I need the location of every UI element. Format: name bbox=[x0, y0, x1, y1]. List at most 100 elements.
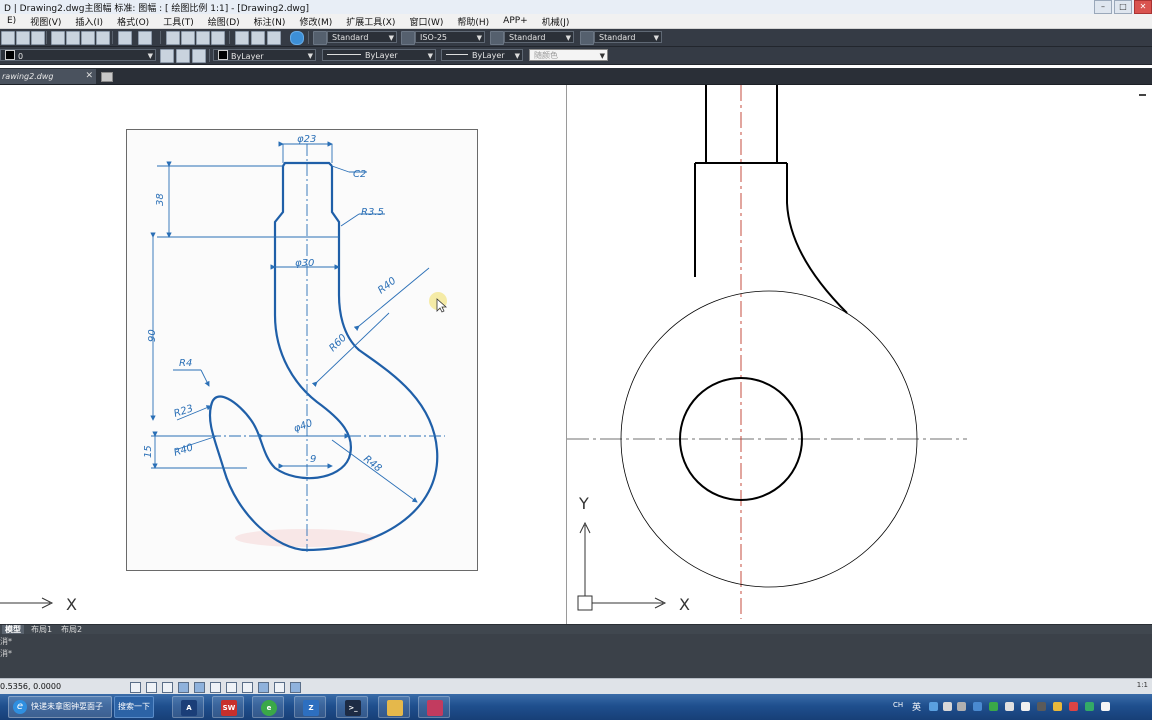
reference-image[interactable]: φ23 C2 38 R3.5 φ30 R40 R60 90 R4 R23 φ40… bbox=[126, 129, 478, 571]
design-center-icon[interactable] bbox=[251, 31, 265, 45]
lineweight-toggle-icon[interactable] bbox=[274, 682, 285, 693]
quick-properties-icon[interactable] bbox=[290, 682, 301, 693]
dim-r60: R60 bbox=[327, 332, 349, 354]
redo-icon[interactable] bbox=[138, 31, 152, 45]
taskbar-ie-window[interactable]: e 快递未拿图钟耍面子 bbox=[8, 696, 112, 718]
menu-tools[interactable]: 工具(T) bbox=[156, 15, 201, 28]
taskbar-app-solidworks[interactable]: SW bbox=[212, 696, 244, 718]
close-icon[interactable]: ✕ bbox=[85, 69, 93, 84]
keyboard-tray-icon[interactable] bbox=[943, 702, 952, 711]
drawing-canvas[interactable]: φ23 C2 38 R3.5 φ30 R40 R60 90 R4 R23 φ40… bbox=[0, 85, 1152, 624]
zoom-previous-icon[interactable] bbox=[211, 31, 225, 45]
text-style-icon bbox=[313, 31, 327, 45]
dim-phi23: φ23 bbox=[297, 134, 316, 145]
annotation-scale[interactable]: 1:1 bbox=[1137, 681, 1148, 689]
multileader-style-select[interactable]: Standard ▼ bbox=[594, 31, 662, 43]
dyn-icon[interactable] bbox=[258, 682, 269, 693]
viewport-minimize-icon[interactable] bbox=[1139, 94, 1146, 96]
menu-help[interactable]: 帮助(H) bbox=[450, 15, 496, 28]
ducs-icon[interactable] bbox=[242, 682, 253, 693]
snap-icon[interactable] bbox=[130, 682, 141, 693]
new-icon[interactable] bbox=[1, 31, 15, 45]
toolbar-separator bbox=[229, 31, 230, 44]
properties-icon[interactable] bbox=[235, 31, 249, 45]
menu-extensions[interactable]: 扩展工具(X) bbox=[339, 15, 402, 28]
file-tab-drawing2[interactable]: rawing2.dwg ✕ bbox=[0, 69, 96, 84]
taskbar-search-button[interactable]: 搜索一下 bbox=[114, 696, 154, 718]
app-tray-icon[interactable] bbox=[1069, 702, 1078, 711]
maximize-button[interactable]: □ bbox=[1114, 0, 1132, 14]
shield-tray-icon[interactable] bbox=[989, 702, 998, 711]
help-icon[interactable] bbox=[290, 31, 304, 45]
layer-previous-icon[interactable] bbox=[176, 49, 190, 63]
menu-edit[interactable]: E) bbox=[0, 16, 23, 26]
grid-icon[interactable] bbox=[146, 682, 157, 693]
multileader-style-icon bbox=[580, 31, 594, 45]
dim-style-select[interactable]: ISO-25 ▼ bbox=[415, 31, 485, 43]
taskbar-app-terminal[interactable]: >_ bbox=[336, 696, 368, 718]
command-window[interactable]: 消* 消* bbox=[0, 634, 1152, 678]
make-object-layer-current-icon[interactable] bbox=[192, 49, 206, 63]
pan-icon[interactable] bbox=[166, 31, 180, 45]
plotstyle-select[interactable]: 随颜色 ▼ bbox=[529, 49, 608, 61]
zoom-window-icon[interactable] bbox=[196, 31, 210, 45]
menu-dimension[interactable]: 标注(N) bbox=[247, 15, 293, 28]
input-language-code[interactable]: CH bbox=[893, 701, 903, 709]
save-icon[interactable] bbox=[31, 31, 45, 45]
new-tab-icon[interactable] bbox=[101, 72, 113, 82]
chevron-down-icon: ▼ bbox=[388, 34, 394, 42]
menu-insert[interactable]: 插入(I) bbox=[68, 15, 110, 28]
coordinate-readout[interactable]: 0.5356, 0.0000 bbox=[0, 682, 61, 691]
menu-view[interactable]: 视图(V) bbox=[23, 15, 68, 28]
menu-window[interactable]: 窗口(W) bbox=[402, 15, 450, 28]
network-icon[interactable] bbox=[1037, 702, 1046, 711]
osnap-icon[interactable] bbox=[194, 682, 205, 693]
taskbar-app-browser[interactable]: e bbox=[252, 696, 284, 718]
table-style-select[interactable]: Standard ▼ bbox=[504, 31, 574, 43]
menu-draw[interactable]: 绘图(D) bbox=[201, 15, 247, 28]
linetype-select[interactable]: ByLayer ▼ bbox=[322, 49, 436, 61]
color-select[interactable]: ByLayer ▼ bbox=[213, 49, 316, 61]
cut-icon[interactable] bbox=[51, 31, 65, 45]
tool-palettes-icon[interactable] bbox=[267, 31, 281, 45]
dim-38: 38 bbox=[155, 193, 166, 206]
ortho-icon[interactable] bbox=[162, 682, 173, 693]
taskbar-app-media[interactable] bbox=[418, 696, 450, 718]
windows-taskbar: e 快递未拿图钟耍面子 搜索一下 A SW e Z >_ CH 英 bbox=[0, 694, 1152, 720]
otrack-icon[interactable] bbox=[226, 682, 237, 693]
paste-icon[interactable] bbox=[81, 31, 95, 45]
menu-app-plus[interactable]: APP+ bbox=[496, 16, 535, 26]
copy-icon[interactable] bbox=[66, 31, 80, 45]
app-tray-icon[interactable] bbox=[1101, 702, 1110, 711]
text-style-select[interactable]: Standard ▼ bbox=[327, 31, 397, 43]
menu-modify[interactable]: 修改(M) bbox=[292, 15, 339, 28]
lineweight-select[interactable]: ByLayer ▼ bbox=[441, 49, 523, 61]
chevron-down-icon: ▼ bbox=[514, 52, 520, 60]
notification-tray-icon[interactable] bbox=[1053, 702, 1062, 711]
layer-manager-icon[interactable] bbox=[160, 49, 174, 63]
layer-select[interactable]: 0 ▼ bbox=[0, 49, 156, 61]
settings-tray-icon[interactable] bbox=[957, 702, 966, 711]
taskbar-app-explorer[interactable] bbox=[378, 696, 410, 718]
3d-osnap-icon[interactable] bbox=[210, 682, 221, 693]
security-tray-icon[interactable] bbox=[973, 702, 982, 711]
polar-icon[interactable] bbox=[178, 682, 189, 693]
volume-icon[interactable] bbox=[1021, 702, 1030, 711]
taskbar-app-autocad[interactable]: A bbox=[172, 696, 204, 718]
minimize-button[interactable]: – bbox=[1094, 0, 1112, 14]
help-tray-icon[interactable] bbox=[929, 702, 938, 711]
match-properties-icon[interactable] bbox=[96, 31, 110, 45]
menu-format[interactable]: 格式(O) bbox=[110, 15, 156, 28]
display-tray-icon[interactable] bbox=[1005, 702, 1014, 711]
linetype-preview bbox=[327, 54, 361, 55]
open-icon[interactable] bbox=[16, 31, 30, 45]
menu-bar: E) 视图(V) 插入(I) 格式(O) 工具(T) 绘图(D) 标注(N) 修… bbox=[0, 14, 1152, 29]
close-button[interactable]: ✕ bbox=[1134, 0, 1152, 14]
taskbar-app-cad-tool[interactable]: Z bbox=[294, 696, 326, 718]
cursor-highlight bbox=[429, 292, 448, 313]
input-method-indicator[interactable]: 英 bbox=[912, 700, 921, 713]
zoom-realtime-icon[interactable] bbox=[181, 31, 195, 45]
undo-icon[interactable] bbox=[118, 31, 132, 45]
menu-mechanical[interactable]: 机械(J) bbox=[535, 15, 577, 28]
app-tray-icon[interactable] bbox=[1085, 702, 1094, 711]
